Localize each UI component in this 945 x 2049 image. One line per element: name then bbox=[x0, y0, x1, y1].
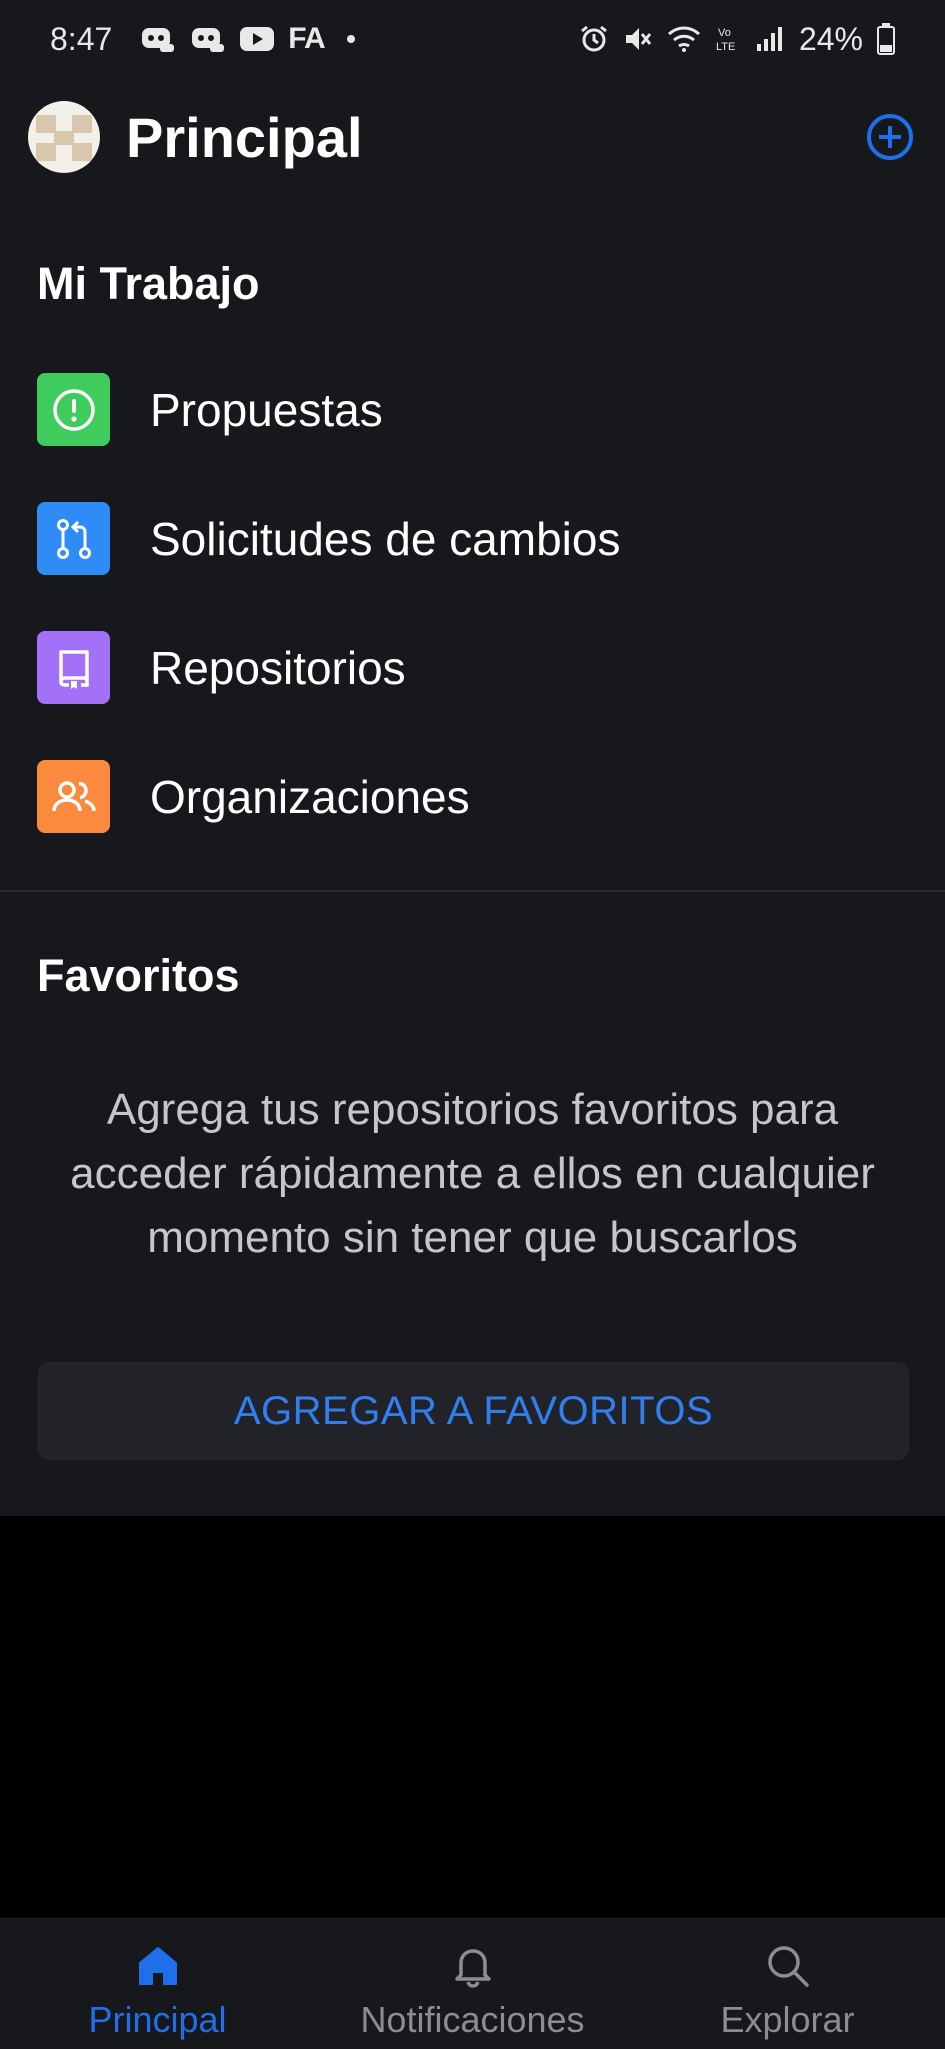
svg-text:LTE: LTE bbox=[716, 41, 735, 53]
favorites-empty-message: Agrega tus repositorios favoritos para a… bbox=[70, 1085, 875, 1262]
work-item-issues[interactable]: Propuestas bbox=[0, 345, 945, 474]
work-item-repositories[interactable]: Repositorios bbox=[0, 603, 945, 732]
status-left: 8:47 FA bbox=[50, 21, 355, 58]
discord-icon bbox=[140, 22, 176, 56]
status-time: 8:47 bbox=[50, 20, 113, 57]
work-item-pull-requests[interactable]: Solicitudes de cambios bbox=[0, 474, 945, 603]
work-item-label: Solicitudes de cambios bbox=[150, 512, 621, 565]
fa-app-icon: FA bbox=[288, 22, 325, 55]
battery-percent: 24% bbox=[798, 20, 863, 57]
nav-label-home: Principal bbox=[88, 1999, 227, 2040]
nav-label-explore: Explorar bbox=[720, 1999, 855, 2040]
wifi-icon bbox=[667, 22, 701, 56]
people-icon bbox=[37, 760, 110, 833]
home-icon bbox=[135, 1941, 181, 1991]
battery-icon bbox=[877, 22, 895, 56]
add-to-favorites-button[interactable]: AGREGAR A FAVORITOS bbox=[38, 1362, 909, 1460]
my-work-title: Mi Trabajo bbox=[37, 258, 260, 309]
svg-text:Vo: Vo bbox=[718, 27, 731, 39]
status-right: Vo LTE 24% bbox=[579, 21, 895, 58]
my-work-list: Propuestas Solicitudes de cambios Reposi… bbox=[0, 345, 945, 861]
work-item-label: Organizaciones bbox=[150, 770, 470, 823]
search-icon bbox=[765, 1941, 811, 1991]
status-bar: 8:47 FA Vo LTE 24% bbox=[0, 0, 945, 78]
nav-item-home[interactable]: Principal bbox=[0, 1919, 315, 2041]
favorites-title: Favoritos bbox=[37, 950, 240, 1001]
work-item-organizations[interactable]: Organizaciones bbox=[0, 732, 945, 861]
work-item-label: Propuestas bbox=[150, 383, 383, 436]
discord-icon bbox=[190, 22, 226, 56]
work-item-label: Repositorios bbox=[150, 641, 406, 694]
pull-request-icon bbox=[37, 502, 110, 575]
mute-icon bbox=[623, 22, 653, 56]
notification-dot-icon bbox=[346, 35, 355, 43]
avatar[interactable] bbox=[28, 101, 100, 173]
bottom-nav: Principal Notificaciones Explorar bbox=[0, 1918, 945, 2049]
youtube-icon bbox=[240, 22, 275, 56]
divider bbox=[0, 890, 945, 892]
alarm-icon bbox=[579, 22, 609, 56]
add-icon[interactable] bbox=[867, 114, 913, 160]
nav-item-explore[interactable]: Explorar bbox=[630, 1919, 945, 2041]
header: Principal bbox=[0, 92, 945, 182]
signal-icon bbox=[755, 22, 785, 56]
nav-label-notifications: Notificaciones bbox=[360, 1999, 585, 2040]
repo-icon bbox=[37, 631, 110, 704]
nav-item-notifications[interactable]: Notificaciones bbox=[315, 1919, 630, 2041]
volte-icon: Vo LTE bbox=[715, 22, 741, 56]
bell-icon bbox=[450, 1941, 496, 1991]
issue-icon bbox=[37, 373, 110, 446]
page-title: Principal bbox=[126, 105, 363, 169]
